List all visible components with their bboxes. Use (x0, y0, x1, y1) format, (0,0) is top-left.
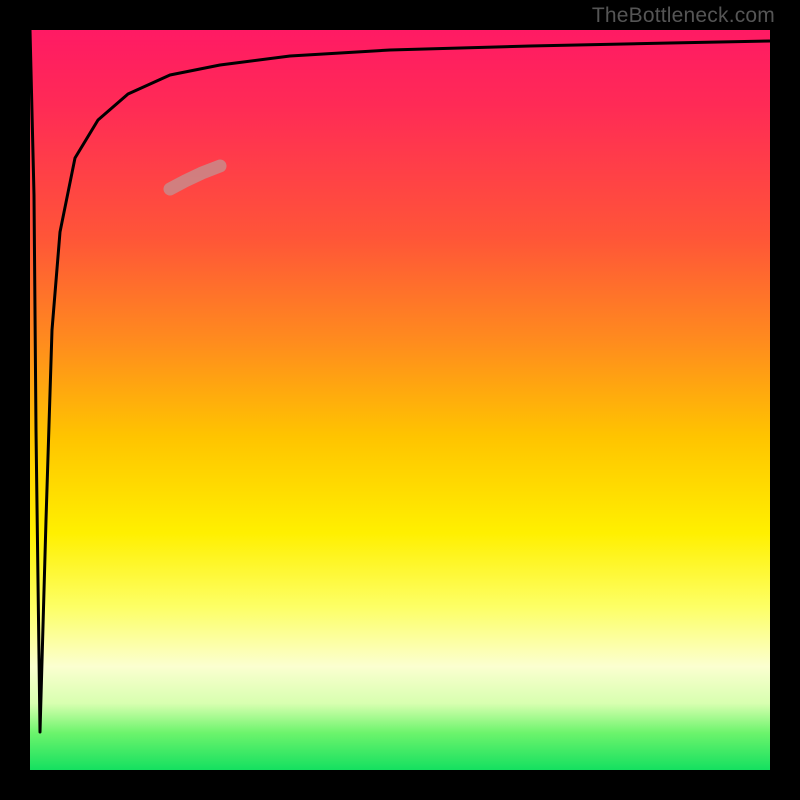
plot-area (30, 30, 770, 770)
chart-frame: TheBottleneck.com (0, 0, 800, 800)
main-curve (30, 30, 770, 732)
highlight-segment (170, 166, 220, 189)
attribution-text: TheBottleneck.com (592, 4, 775, 28)
curve-svg (30, 30, 770, 770)
